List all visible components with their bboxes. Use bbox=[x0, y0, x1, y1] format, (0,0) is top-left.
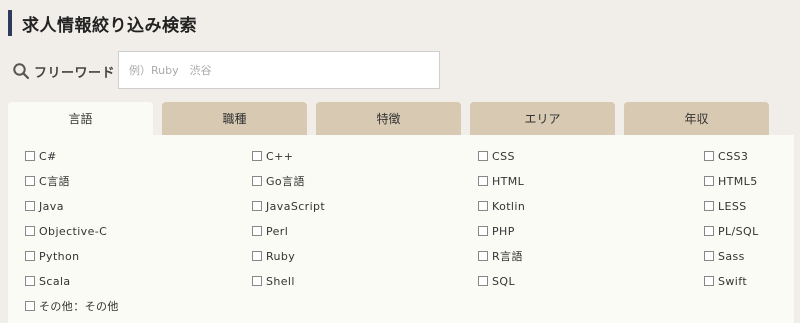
language-option-label: Objective-C bbox=[39, 224, 108, 238]
language-option[interactable]: その他：その他 bbox=[25, 298, 119, 314]
search-input[interactable] bbox=[118, 51, 440, 89]
language-option-label: LESS bbox=[718, 199, 747, 213]
language-option[interactable]: CSS3 bbox=[704, 148, 748, 164]
tab-job-type[interactable]: 職種 bbox=[162, 102, 307, 135]
language-option[interactable]: Java bbox=[25, 198, 64, 214]
language-option-label: HTML5 bbox=[718, 174, 758, 188]
tab-features[interactable]: 特徴 bbox=[316, 102, 461, 135]
checkbox[interactable] bbox=[478, 251, 488, 261]
language-option[interactable]: Go言語 bbox=[252, 173, 305, 189]
checkbox[interactable] bbox=[25, 251, 35, 261]
checkbox[interactable] bbox=[704, 226, 714, 236]
checkbox[interactable] bbox=[478, 151, 488, 161]
checkbox[interactable] bbox=[252, 151, 262, 161]
language-option-label: Perl bbox=[266, 224, 289, 238]
language-option[interactable]: HTML bbox=[478, 173, 524, 189]
checkbox[interactable] bbox=[252, 176, 262, 186]
language-option-label: PL/SQL bbox=[718, 224, 759, 238]
language-option-label: Python bbox=[39, 249, 80, 263]
checkbox[interactable] bbox=[704, 201, 714, 211]
language-option-label: CSS3 bbox=[718, 149, 749, 163]
language-option[interactable]: C# bbox=[25, 148, 57, 164]
search-label: フリーワード bbox=[34, 65, 116, 81]
language-option-label: CSS bbox=[492, 149, 515, 163]
language-option[interactable]: Swift bbox=[704, 273, 747, 289]
checkbox[interactable] bbox=[25, 301, 35, 311]
language-option[interactable]: SQL bbox=[478, 273, 515, 289]
checkbox[interactable] bbox=[704, 251, 714, 261]
language-option[interactable]: Objective-C bbox=[25, 223, 107, 239]
language-option-label: SQL bbox=[492, 274, 515, 288]
checkbox[interactable] bbox=[478, 276, 488, 286]
language-option-label: C# bbox=[39, 149, 57, 163]
language-option-label: Kotlin bbox=[492, 199, 526, 213]
checkbox[interactable] bbox=[478, 176, 488, 186]
checkbox[interactable] bbox=[25, 176, 35, 186]
page-title-block: 求人情報絞り込み検索 bbox=[8, 10, 197, 36]
checkbox[interactable] bbox=[252, 276, 262, 286]
language-option-label: JavaScript bbox=[266, 199, 326, 213]
checkbox[interactable] bbox=[25, 276, 35, 286]
language-option-label: PHP bbox=[492, 224, 515, 238]
language-option[interactable]: C言語 bbox=[25, 173, 70, 189]
search-icon bbox=[12, 62, 30, 80]
language-option-label: その他：その他 bbox=[39, 300, 119, 313]
page-title: 求人情報絞り込み検索 bbox=[22, 15, 197, 36]
checkbox[interactable] bbox=[478, 201, 488, 211]
language-option[interactable]: JavaScript bbox=[252, 198, 325, 214]
language-option-label: Sass bbox=[718, 249, 745, 263]
language-option-label: Shell bbox=[266, 274, 295, 288]
search-row: フリーワード bbox=[12, 52, 115, 90]
language-option[interactable]: PHP bbox=[478, 223, 515, 239]
language-option[interactable]: C++ bbox=[252, 148, 293, 164]
language-option[interactable]: Kotlin bbox=[478, 198, 525, 214]
checkbox[interactable] bbox=[704, 276, 714, 286]
language-option[interactable]: PL/SQL bbox=[704, 223, 759, 239]
language-option[interactable]: Scala bbox=[25, 273, 71, 289]
language-option[interactable]: Shell bbox=[252, 273, 295, 289]
language-option[interactable]: Perl bbox=[252, 223, 288, 239]
language-option-label: Go言語 bbox=[266, 175, 305, 188]
language-option[interactable]: Python bbox=[25, 248, 80, 264]
language-option-label: Java bbox=[39, 199, 64, 213]
checkbox[interactable] bbox=[25, 226, 35, 236]
language-option[interactable]: HTML5 bbox=[704, 173, 758, 189]
language-option-label: Scala bbox=[39, 274, 71, 288]
tab-salary[interactable]: 年収 bbox=[624, 102, 769, 135]
tab-language[interactable]: 言語 bbox=[8, 102, 153, 135]
checkbox[interactable] bbox=[25, 201, 35, 211]
checkbox[interactable] bbox=[252, 201, 262, 211]
language-option-label: C++ bbox=[266, 149, 294, 163]
language-option[interactable]: R言語 bbox=[478, 248, 523, 264]
checkbox[interactable] bbox=[478, 226, 488, 236]
checkbox[interactable] bbox=[704, 176, 714, 186]
checkbox[interactable] bbox=[252, 226, 262, 236]
language-option[interactable]: Ruby bbox=[252, 248, 295, 264]
language-option[interactable]: LESS bbox=[704, 198, 747, 214]
language-panel: C# C言語 Java Objective-C Python Scala その他：その他 C+… bbox=[8, 135, 794, 323]
language-option-label: Swift bbox=[718, 274, 748, 288]
language-option[interactable]: Sass bbox=[704, 248, 745, 264]
checkbox[interactable] bbox=[252, 251, 262, 261]
tab-bar: 言語 職種 特徴 エリア 年収 bbox=[8, 102, 794, 135]
language-option-label: HTML bbox=[492, 174, 525, 188]
language-option[interactable]: CSS bbox=[478, 148, 515, 164]
checkbox[interactable] bbox=[704, 151, 714, 161]
language-option-label: R言語 bbox=[492, 250, 523, 263]
language-option-label: Ruby bbox=[266, 249, 296, 263]
checkbox[interactable] bbox=[25, 151, 35, 161]
tab-area[interactable]: エリア bbox=[470, 102, 615, 135]
language-option-label: C言語 bbox=[39, 175, 70, 188]
